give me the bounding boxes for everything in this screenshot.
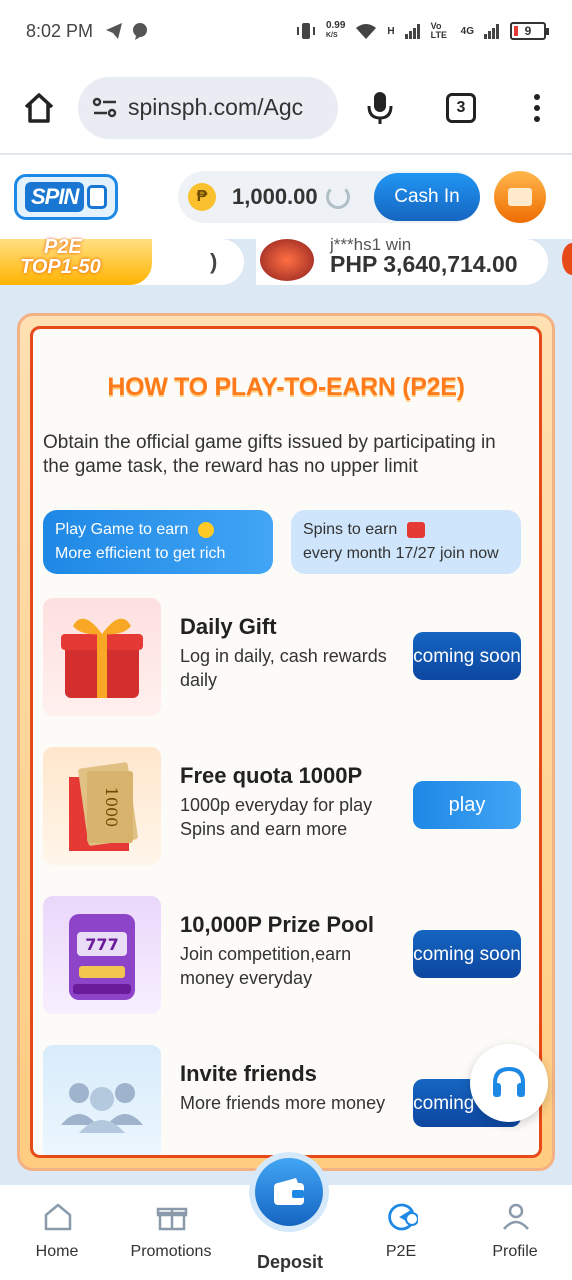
peso-coin-icon: ₱	[188, 183, 216, 211]
wallet-icon	[274, 1178, 304, 1205]
p2e-card: HOW TO PLAY-TO-EARN (P2E) Obtain the off…	[17, 313, 555, 1171]
ticker-next-thumbnail	[562, 243, 572, 275]
p2e-card-body: HOW TO PLAY-TO-EARN (P2E) Obtain the off…	[30, 326, 542, 1158]
nav-label-home: Home	[35, 1243, 79, 1260]
spins-to-earn-tab[interactable]: Spins to earn every month 17/27 join now	[291, 510, 521, 574]
task-description: Join competition,earn money everyday	[180, 944, 352, 988]
task-description: More friends more money	[180, 1093, 386, 1113]
browser-menu-button[interactable]	[534, 93, 540, 122]
tab-switcher-button[interactable]: 3	[446, 92, 476, 123]
home-nav-icon	[44, 1203, 72, 1231]
nav-home[interactable]: Home	[2, 1185, 112, 1280]
address-bar[interactable]: spinsph.com/Agc	[78, 76, 338, 139]
nav-label-p2e: P2E	[385, 1243, 417, 1260]
task-title: Invite friends	[180, 1061, 317, 1086]
headset-icon	[493, 1066, 525, 1097]
task-description: Log in daily, cash rewards daily	[180, 646, 387, 690]
ticker-item: j***hs1 win PHP 3,640,714.00	[256, 235, 548, 285]
battery-icon: 9	[510, 22, 549, 40]
cash-in-button[interactable]: Cash In	[374, 173, 480, 221]
task-row-free-quota: 1000 Free quota 1000P 1000p everyday for…	[43, 747, 523, 865]
vibrate-icon	[296, 23, 315, 39]
signal-h-label: H	[387, 25, 395, 37]
card-description: Obtain the official game gifts issued by…	[43, 432, 496, 477]
promo-gift-button[interactable]	[494, 171, 546, 223]
coming-soon-button[interactable]: coming soon	[413, 930, 521, 978]
coming-soon-button[interactable]: coming soon	[413, 632, 521, 680]
microphone-icon[interactable]	[366, 90, 394, 126]
net-speed: 0.99 K/S	[325, 20, 346, 40]
task-row-prize-pool: 777 10,000P Prize Pool Join competition,…	[43, 896, 523, 1014]
volte-label: Vo LTE	[430, 21, 447, 40]
nav-promotions[interactable]: Promotions	[116, 1185, 226, 1280]
chat-icon	[133, 23, 148, 40]
deposit-button[interactable]	[255, 1158, 323, 1226]
browser-toolbar: spinsph.com/Agc 3	[0, 62, 572, 154]
signal-icon-2	[484, 24, 499, 39]
refresh-icon[interactable]	[325, 185, 350, 209]
task-row-invite-friends: Invite friends More friends more money c…	[43, 1045, 523, 1155]
gift-icon	[407, 521, 426, 538]
task-title: Daily Gift	[180, 614, 277, 639]
logo-mark	[87, 185, 108, 209]
slot-machine-image: 777	[43, 896, 161, 1014]
nav-label-profile: Profile	[492, 1243, 538, 1260]
status-bar: 8:02 PM 0.99 K/S H Vo LTE 4G 9	[0, 0, 572, 62]
nav-p2e[interactable]: P2E	[346, 1185, 456, 1280]
nav-profile[interactable]: Profile	[460, 1185, 570, 1280]
task-row-daily-gift: Daily Gift Log in daily, cash rewards da…	[43, 598, 523, 716]
nav-label-promotions: Promotions	[130, 1243, 212, 1260]
money-amount-text: 1000	[102, 787, 121, 828]
url-text: spinsph.com/Agc	[128, 94, 304, 120]
play-game-to-earn-tab[interactable]: Play Game to earn More efficient to get …	[43, 510, 273, 574]
winner-amount: PHP 3,640,714.00	[330, 251, 518, 277]
home-icon[interactable]	[22, 91, 56, 125]
nav-label-deposit: Deposit	[256, 1252, 323, 1272]
slot-reels-text: 777	[85, 935, 118, 954]
logo-text: SPIN	[25, 182, 85, 212]
slot-machine-icon: 777	[69, 914, 135, 1000]
wifi-icon	[356, 24, 377, 39]
telegram-icon	[106, 23, 123, 39]
app-header: SPIN ₱ 1,000.00 Cash In	[0, 155, 572, 239]
friends-image	[43, 1045, 161, 1155]
gift-box-image	[43, 598, 161, 716]
p2e-top-badge[interactable]: P2E TOP1-50	[0, 237, 152, 285]
task-title: Free quota 1000P	[180, 763, 363, 788]
gift-card-icon	[508, 188, 532, 206]
game-thumbnail	[260, 239, 314, 281]
money-envelope-image: 1000	[43, 747, 161, 865]
friends-group-icon	[61, 1083, 143, 1133]
play-button[interactable]: play	[413, 781, 521, 829]
task-description: 1000p everyday for play Spins and earn m…	[180, 795, 373, 839]
card-title: HOW TO PLAY-TO-EARN (P2E)	[107, 373, 465, 401]
money-envelope-icon: 1000	[69, 762, 138, 851]
signal-4g-label: 4G	[460, 25, 474, 37]
spin-logo[interactable]: SPIN	[14, 174, 118, 220]
winner-ticker: ) P2E TOP1-50 j***hs1 win PHP 3,640,714.…	[0, 235, 572, 287]
p2e-nav-icon	[388, 1203, 418, 1231]
status-time: 8:02 PM	[26, 20, 94, 41]
balance-amount: 1,000.00	[232, 184, 318, 209]
profile-nav-icon	[503, 1203, 529, 1230]
customer-support-button[interactable]	[470, 1044, 548, 1122]
balance-display: ₱ 1,000.00 Cash In	[178, 171, 480, 223]
gift-nav-icon	[156, 1207, 188, 1231]
notification-icons	[105, 22, 149, 40]
task-title: 10,000P Prize Pool	[180, 912, 375, 937]
gift-box-icon	[61, 618, 143, 698]
signal-icon	[404, 24, 420, 39]
status-right: 0.99 K/S H Vo LTE 4G 9	[296, 20, 549, 41]
site-settings-icon[interactable]	[92, 97, 118, 119]
coin-icon	[198, 521, 215, 538]
